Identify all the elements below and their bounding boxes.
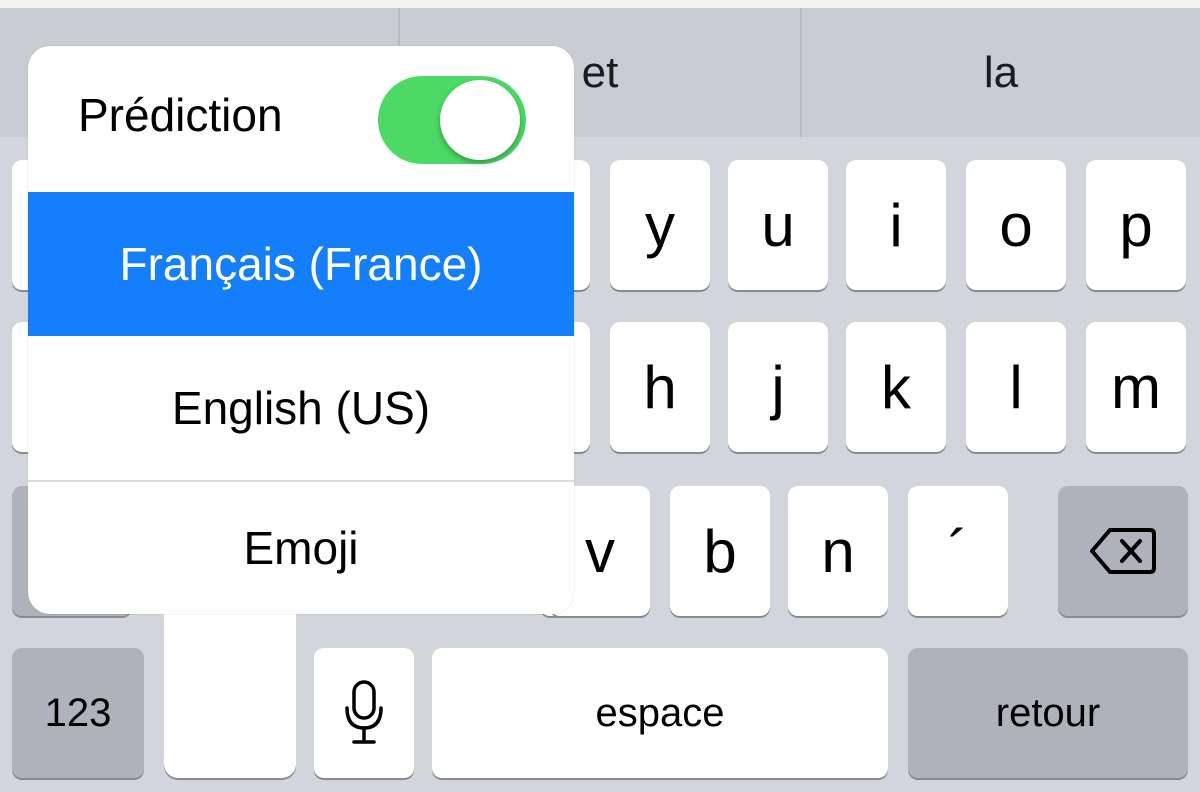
key-b[interactable]: b <box>670 486 770 616</box>
language-item-french[interactable]: Français (France) <box>28 192 574 336</box>
key-i[interactable]: i <box>846 160 946 290</box>
key-o[interactable]: o <box>966 160 1066 290</box>
backspace-icon <box>1090 528 1156 574</box>
key-k[interactable]: k <box>846 322 946 452</box>
key-m[interactable]: m <box>1086 322 1186 452</box>
language-item-emoji[interactable]: Emoji <box>28 482 574 614</box>
language-item-english[interactable]: English (US) <box>28 336 574 480</box>
prediction-toggle[interactable] <box>378 76 526 164</box>
key-accent[interactable]: ´ <box>908 486 1008 616</box>
return-key[interactable]: retour <box>908 648 1188 778</box>
prediction-row: Prédiction <box>28 46 574 192</box>
key-u[interactable]: u <box>728 160 828 290</box>
key-l[interactable]: l <box>966 322 1066 452</box>
suggestion-3[interactable]: la <box>802 8 1200 137</box>
toggle-knob <box>440 80 520 160</box>
prediction-label: Prédiction <box>78 89 283 141</box>
delete-key[interactable] <box>1058 486 1188 616</box>
microphone-key[interactable] <box>314 648 414 778</box>
globe-key-stem[interactable] <box>164 600 296 778</box>
key-j[interactable]: j <box>728 322 828 452</box>
numbers-key[interactable]: 123 <box>12 648 144 778</box>
suggestion-divider <box>800 8 802 137</box>
microphone-icon <box>345 680 383 744</box>
space-key[interactable]: espace <box>432 648 888 778</box>
key-h[interactable]: h <box>610 322 710 452</box>
key-p[interactable]: p <box>1086 160 1186 290</box>
top-edge <box>0 0 1200 8</box>
key-n[interactable]: n <box>788 486 888 616</box>
language-popup: Prédiction Français (France) English (US… <box>28 46 574 614</box>
key-y[interactable]: y <box>610 160 710 290</box>
